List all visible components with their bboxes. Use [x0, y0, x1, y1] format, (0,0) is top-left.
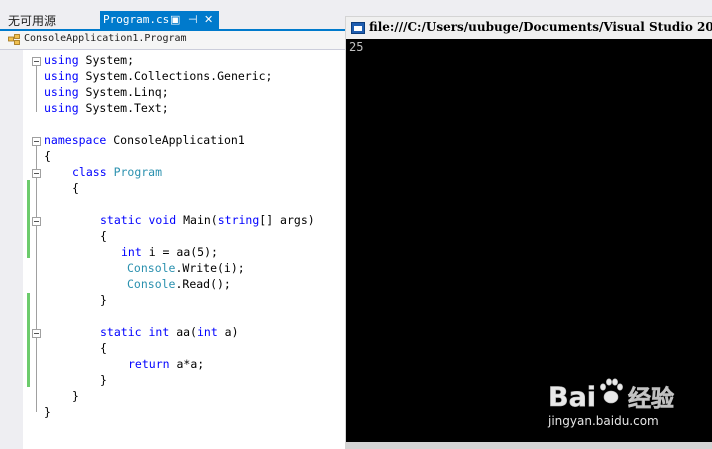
code-keyword: void [148, 213, 177, 227]
outline-collapse-icon[interactable] [32, 169, 41, 178]
code-line: return a*a; [128, 356, 204, 372]
code-text: System.Text; [78, 101, 169, 115]
code-line: namespace ConsoleApplication1 [44, 132, 245, 148]
code-line: } [100, 372, 107, 388]
svg-text:经验: 经验 [628, 385, 674, 412]
code-type-name: Console [127, 261, 176, 275]
baidu-watermark-logo: Bai 经验 [548, 378, 674, 413]
code-keyword: string [217, 213, 260, 227]
outline-guide [36, 66, 37, 112]
code-line: { [100, 228, 107, 244]
svg-text:Bai: Bai [548, 382, 596, 413]
change-bar [27, 293, 30, 387]
code-text: { [100, 229, 107, 243]
code-keyword: class [72, 165, 107, 179]
code-text: System; [78, 53, 135, 67]
code-text: { [44, 149, 51, 163]
code-keyword: using [44, 101, 79, 115]
code-keyword: int [148, 325, 170, 339]
code-line: using System; [44, 52, 134, 68]
watermark-url: jingyan.baidu.com [548, 414, 659, 428]
code-keyword: using [44, 69, 79, 83]
navbar-path: ConsoleApplication1.Program [24, 33, 187, 44]
outline-guide [36, 146, 37, 412]
code-line: int i = aa(5); [121, 244, 218, 260]
code-text: } [72, 389, 79, 403]
code-line: { [44, 148, 51, 164]
console-title-bar[interactable]: file:///C:/Users/uubuge/Documents/Visual… [346, 17, 712, 39]
class-icon [8, 34, 20, 45]
code-line: } [100, 292, 107, 308]
code-keyword: static [100, 325, 142, 339]
code-line: Console.Write(i); [127, 260, 245, 276]
editor-margin [0, 50, 23, 449]
code-text: a) [217, 325, 239, 339]
code-text: i = aa(5); [141, 245, 218, 259]
code-keyword: using [44, 85, 79, 99]
tab-program-cs[interactable]: Program.cs ▣ ⊣ ✕ [100, 11, 219, 30]
console-output: 25 [349, 40, 364, 54]
code-line: } [72, 388, 79, 404]
code-line: using System.Text; [44, 100, 169, 116]
code-keyword: namespace [44, 133, 107, 147]
code-keyword: return [128, 357, 170, 371]
code-text: ConsoleApplication1 [106, 133, 245, 147]
code-text: System.Collections.Generic; [78, 69, 273, 83]
code-keyword: static [100, 213, 142, 227]
code-line: static void Main(string[] args) [100, 212, 315, 228]
code-editor[interactable]: using System; using System.Collections.G… [0, 50, 345, 449]
code-text: .Read(); [175, 277, 231, 291]
tab-no-source[interactable]: 无可用源 [8, 12, 56, 29]
console-title: file:///C:/Users/uubuge/Documents/Visual… [369, 20, 712, 34]
code-text: } [100, 373, 107, 387]
code-line: Console.Read(); [127, 276, 231, 292]
code-text: } [100, 293, 107, 307]
console-app-icon [351, 22, 365, 34]
code-keyword: int [196, 325, 218, 339]
code-text: Main( [176, 213, 218, 227]
code-text: aa( [169, 325, 197, 339]
code-line: using System.Collections.Generic; [44, 68, 273, 84]
code-text: { [100, 341, 107, 355]
code-line: class Program [72, 164, 162, 180]
code-type-name: Console [127, 277, 176, 291]
code-line: using System.Linq; [44, 84, 169, 100]
close-icon[interactable]: ✕ [204, 13, 213, 26]
code-text: { [72, 181, 79, 195]
navigation-bar[interactable]: ConsoleApplication1.Program [0, 31, 345, 50]
document-icon: ▣ [170, 13, 181, 26]
code-text: [] args) [259, 213, 315, 227]
code-line: } [44, 404, 51, 420]
code-line: { [72, 180, 79, 196]
outline-collapse-icon[interactable] [32, 217, 41, 226]
code-keyword: int [121, 245, 142, 259]
pin-icon[interactable]: ⊣ [188, 13, 198, 26]
code-text: .Write(i); [175, 261, 245, 275]
code-keyword: using [44, 53, 79, 67]
outline-collapse-icon[interactable] [32, 329, 41, 338]
code-text: } [44, 405, 51, 419]
code-text: a*a; [169, 357, 205, 371]
change-bar [27, 180, 30, 258]
outline-collapse-icon[interactable] [32, 57, 41, 66]
code-line: { [100, 340, 107, 356]
outline-collapse-icon[interactable] [32, 137, 41, 146]
tab-label: Program.cs [103, 13, 170, 26]
code-line: static int aa(int a) [100, 324, 239, 340]
code-text: System.Linq; [78, 85, 169, 99]
code-type-name: Program [113, 165, 163, 179]
